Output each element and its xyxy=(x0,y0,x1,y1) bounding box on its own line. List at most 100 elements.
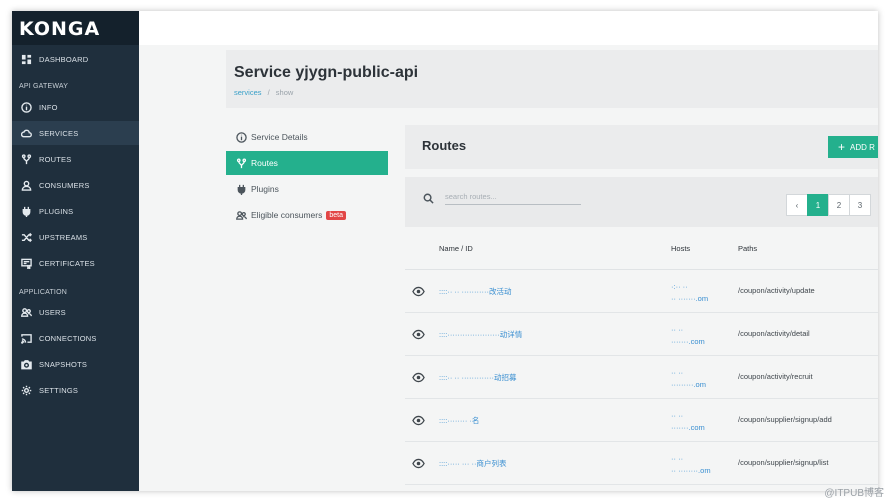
sidebar-item-info[interactable]: INFO xyxy=(12,95,139,119)
breadcrumb-current: show xyxy=(275,88,294,97)
sidebar-item-connections[interactable]: CONNECTIONS xyxy=(12,326,139,350)
routes-fork-icon xyxy=(235,157,247,169)
tab-label: Routes xyxy=(251,158,278,168)
route-path: /coupon/activity/update xyxy=(738,286,815,295)
camera-icon xyxy=(20,358,32,370)
tab-service-details[interactable]: Service Details xyxy=(226,125,388,149)
sidebar-item-snapshots[interactable]: SNAPSHOTS xyxy=(12,352,139,376)
shuffle-icon xyxy=(20,231,32,243)
sidebar-item-routes[interactable]: ROUTES xyxy=(12,147,139,171)
sidebar-label: PLUGINS xyxy=(39,206,74,216)
route-name-link[interactable]: ::::·· ·· ·············动招募 xyxy=(439,372,516,383)
routes-header: Routes + ADD R xyxy=(405,125,878,169)
route-path: /coupon/activity/detail xyxy=(738,329,810,338)
search-icon xyxy=(423,191,434,204)
info-icon xyxy=(20,101,32,113)
tab-label: Eligible consumers xyxy=(251,210,323,220)
table-row[interactable]: ::::········ ·名 ·· ·········.com /coupon… xyxy=(405,399,878,442)
plus-icon: + xyxy=(838,140,846,154)
sidebar-label: CERTIFICATES xyxy=(39,258,95,268)
route-path: /coupon/supplier/signup/list xyxy=(738,458,829,467)
pagination-page-2[interactable]: 2 xyxy=(828,194,850,216)
eye-icon[interactable] xyxy=(412,328,425,341)
page-header: Service yjygn-public-api services / show xyxy=(226,50,878,108)
sidebar-item-certificates[interactable]: CERTIFICATES xyxy=(12,251,139,275)
sidebar-label: SERVICES xyxy=(39,128,79,138)
routes-fork-icon xyxy=(20,153,32,165)
eye-icon[interactable] xyxy=(412,371,425,384)
page-title: Service yjygn-public-api xyxy=(234,64,419,81)
sidebar-item-upstreams[interactable]: UPSTREAMS xyxy=(12,225,139,249)
tab-plugins[interactable]: Plugins xyxy=(226,177,388,201)
search-input[interactable] xyxy=(445,189,581,205)
beta-badge: beta xyxy=(326,210,346,220)
konga-logo[interactable]: KONGA xyxy=(12,11,139,45)
host-line-2: ·· ·······.om xyxy=(671,294,709,303)
app-window: KONGA DASHBOARD API GATEWAY INFO SERVICE… xyxy=(12,11,878,491)
host-line-2: ·· ········.om xyxy=(671,466,711,475)
breadcrumb-separator: / xyxy=(267,88,270,97)
pagination-page-3[interactable]: 3 xyxy=(849,194,871,216)
pagination-prev[interactable]: ‹ xyxy=(786,194,808,216)
sidebar-label: SETTINGS xyxy=(39,385,79,395)
sidebar-label: ROUTES xyxy=(39,154,72,164)
host-line-2: ·······.com xyxy=(671,337,705,346)
host-line-1: ·· ·· xyxy=(671,454,684,463)
route-path: /coupon/activity/recruit xyxy=(738,372,813,381)
sidebar-item-services[interactable]: SERVICES xyxy=(12,121,139,145)
sidebar-label: SNAPSHOTS xyxy=(39,359,88,369)
column-hosts[interactable]: Hosts xyxy=(671,244,690,253)
eye-icon[interactable] xyxy=(412,285,425,298)
host-line-2: ·······.com xyxy=(671,423,705,432)
host-line-2: ·········.om xyxy=(671,380,706,389)
pagination-page-1[interactable]: 1 xyxy=(807,194,829,216)
table-row[interactable]: ::::·· ·· ···········改活动 ·:·· ·· ·· ·····… xyxy=(405,270,878,313)
host-line-1: ·· ·· xyxy=(671,368,684,377)
column-paths[interactable]: Paths xyxy=(738,244,757,253)
sidebar-item-plugins[interactable]: PLUGINS xyxy=(12,199,139,223)
column-name[interactable]: Name / ID xyxy=(439,244,473,253)
sidebar-label: DASHBOARD xyxy=(39,54,89,64)
route-hosts: ·· ·· ·······.com xyxy=(671,410,705,434)
table-row[interactable]: ::::····· ··· ··商户列表 ·· ···· ········.om… xyxy=(405,442,878,485)
gear-icon xyxy=(20,384,32,396)
host-line-1: ·· ·· xyxy=(671,325,684,334)
host-line-1: ·· ·· xyxy=(671,411,684,420)
route-name-link[interactable]: ::::····· ··· ··商户列表 xyxy=(439,458,506,469)
route-path: /coupon/supplier/signup/add xyxy=(738,415,832,424)
sidebar-item-settings[interactable]: SETTINGS xyxy=(12,378,139,402)
plug-icon xyxy=(20,205,32,217)
route-hosts: ·· ·· ·· ········.om xyxy=(671,453,711,477)
eye-icon[interactable] xyxy=(412,457,425,470)
sidebar-item-dashboard[interactable]: DASHBOARD xyxy=(12,47,139,71)
tab-label: Service Details xyxy=(251,132,308,142)
breadcrumb: services / show xyxy=(234,88,293,97)
certificate-icon xyxy=(20,257,32,269)
add-route-label: ADD R xyxy=(850,142,875,152)
plug-icon xyxy=(235,183,247,195)
tab-eligible-consumers[interactable]: Eligible consumers beta xyxy=(226,203,388,227)
sidebar-item-consumers[interactable]: CONSUMERS xyxy=(12,173,139,197)
table-row[interactable]: ::::·····················动详情 ·· ········… xyxy=(405,313,878,356)
users-icon xyxy=(20,306,32,318)
add-route-button[interactable]: + ADD R xyxy=(828,136,878,158)
search-bar: ‹ 1 2 3 xyxy=(405,177,878,227)
route-name-link[interactable]: ::::·· ·· ···········改活动 xyxy=(439,286,511,297)
sidebar-item-users[interactable]: USERS xyxy=(12,300,139,324)
sidebar-label: UPSTREAMS xyxy=(39,232,88,242)
tab-label: Plugins xyxy=(251,184,279,194)
sidebar: KONGA DASHBOARD API GATEWAY INFO SERVICE… xyxy=(12,11,139,491)
cast-icon xyxy=(20,332,32,344)
route-hosts: ·· ·· ·······.com xyxy=(671,324,705,348)
breadcrumb-services-link[interactable]: services xyxy=(234,88,262,97)
cloud-icon xyxy=(20,127,32,139)
route-name-link[interactable]: ::::········ ·名 xyxy=(439,415,479,426)
table-header: Name / ID Hosts Paths xyxy=(405,227,878,270)
tab-routes[interactable]: Routes xyxy=(226,151,388,175)
top-bar xyxy=(139,11,878,45)
table-row[interactable]: ::::·· ·· ·············动招募 ·· ··········… xyxy=(405,356,878,399)
pagination: ‹ 1 2 3 xyxy=(786,194,871,216)
routes-table: Name / ID Hosts Paths ::::·· ·· ········… xyxy=(405,227,878,491)
eye-icon[interactable] xyxy=(412,414,425,427)
route-name-link[interactable]: ::::·····················动详情 xyxy=(439,329,522,340)
